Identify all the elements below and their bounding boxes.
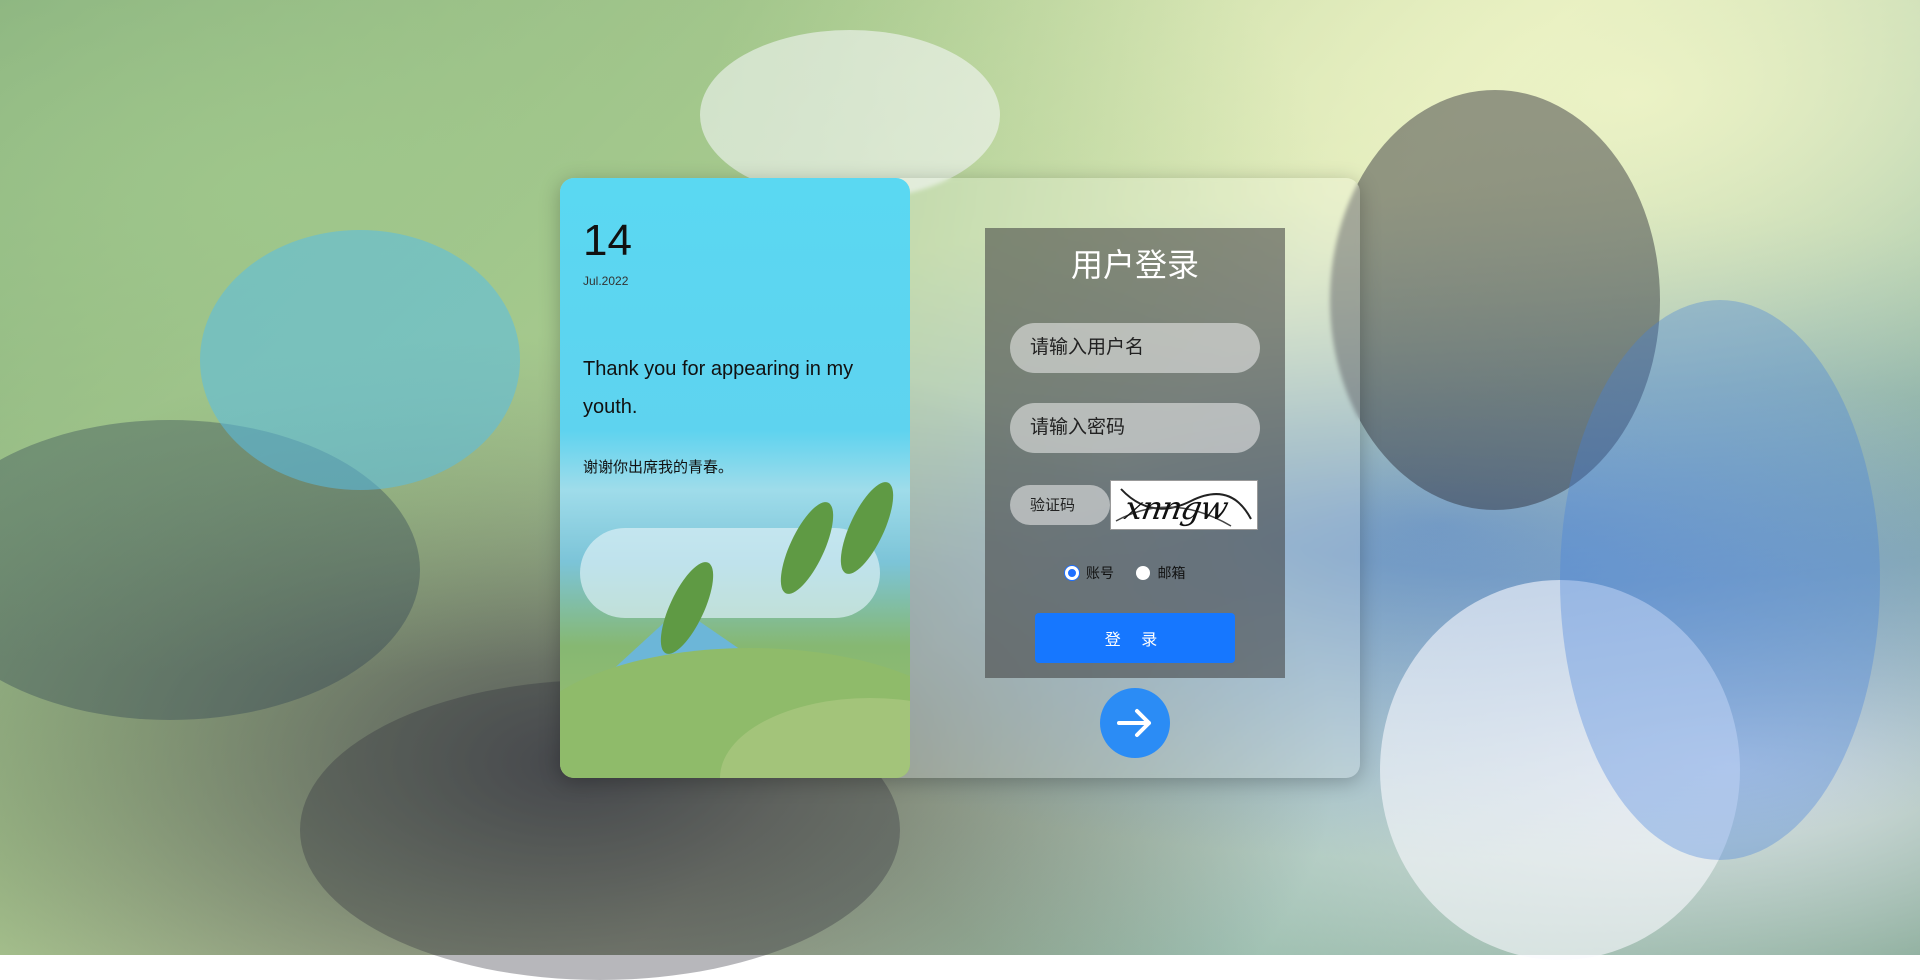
- captcha-image[interactable]: xnngw: [1110, 480, 1258, 530]
- password-input[interactable]: [1010, 403, 1260, 453]
- intro-panel: 14 Jul.2022 Thank you for appearing in m…: [560, 178, 910, 778]
- login-button[interactable]: 登 录: [1035, 613, 1235, 663]
- radio-unchecked-icon: [1136, 566, 1151, 580]
- cloud-shape: [580, 528, 880, 618]
- date-month-year: Jul.2022: [583, 274, 629, 288]
- quote-chinese: 谢谢你出席我的青春。: [583, 458, 734, 476]
- radio-email[interactable]: 邮箱: [1136, 563, 1185, 583]
- login-type-group: 账号 邮箱: [1065, 563, 1203, 584]
- quote-english: Thank you for appearing in my youth.: [583, 358, 854, 418]
- radio-checked-icon: [1065, 566, 1079, 580]
- captcha-text: xnngw: [1121, 489, 1231, 527]
- radio-account-label: 账号: [1086, 566, 1114, 582]
- radio-account[interactable]: 账号: [1065, 563, 1114, 583]
- next-arrow-button[interactable]: [1100, 688, 1170, 758]
- login-form: 用户登录 xnngw 账号 邮箱 登 录: [985, 228, 1285, 678]
- arrow-right-icon: [1117, 709, 1151, 737]
- date-day: 14: [583, 216, 632, 265]
- form-title: 用户登录: [1070, 246, 1199, 284]
- captcha-input[interactable]: [1010, 485, 1110, 525]
- username-input[interactable]: [1010, 323, 1260, 373]
- radio-email-label: 邮箱: [1157, 566, 1186, 582]
